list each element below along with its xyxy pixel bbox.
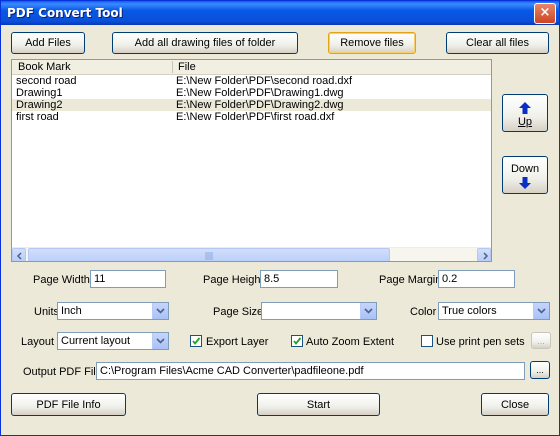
page-height-input[interactable]: 8.5	[260, 270, 338, 288]
list-item-bookmark: Drawing1	[16, 87, 63, 99]
add-all-drawing-files-button[interactable]: Add all drawing files of folder	[112, 32, 298, 54]
page-size-label: Page Size	[213, 306, 264, 318]
pdf-file-info-button[interactable]: PDF File Info	[11, 393, 126, 416]
grip-icon	[205, 252, 213, 260]
list-item-selected[interactable]: Drawing2 E:\New Folder\PDF\Drawing2.dwg	[12, 99, 491, 111]
window-close-button[interactable]: ×	[534, 3, 556, 24]
export-layer-checkbox[interactable]	[190, 335, 202, 347]
page-height-label: Page Height	[203, 274, 264, 286]
browse-output-label: ...	[536, 365, 544, 375]
color-label: Color	[410, 306, 437, 318]
start-label: Start	[306, 398, 331, 411]
move-up-label: Up	[517, 115, 533, 128]
window-title: PDF Convert Tool	[7, 6, 123, 20]
list-item[interactable]: second road E:\New Folder\PDF\second roa…	[12, 75, 491, 87]
color-dropdown-button[interactable]	[533, 303, 549, 319]
list-item[interactable]: first road E:\New Folder\PDF\first road.…	[12, 111, 491, 123]
move-up-button[interactable]: Up	[502, 94, 548, 132]
column-divider[interactable]	[172, 61, 173, 73]
file-list[interactable]: Book Mark File second road E:\New Folder…	[11, 59, 492, 262]
clear-all-files-label: Clear all files	[466, 37, 529, 49]
units-value: Inch	[61, 305, 82, 317]
list-item-file: E:\New Folder\PDF\Drawing2.dwg	[176, 99, 344, 111]
print-pen-label[interactable]: Use print pen sets	[436, 336, 525, 348]
chevron-down-icon	[156, 338, 165, 344]
list-item-bookmark: Drawing2	[16, 99, 63, 111]
output-file-input[interactable]: C:\Program Files\Acme CAD Converter\padf…	[96, 362, 525, 380]
pdf-file-info-label: PDF File Info	[36, 398, 101, 411]
column-header-file[interactable]: File	[178, 61, 196, 73]
browse-output-button[interactable]: ...	[530, 361, 550, 379]
remove-files-label: Remove files	[340, 37, 404, 49]
chevron-down-icon	[156, 308, 165, 314]
chevron-down-icon	[364, 308, 373, 314]
auto-zoom-checkbox[interactable]	[291, 335, 303, 347]
layout-dropdown-button[interactable]	[152, 333, 168, 349]
clear-all-files-button[interactable]: Clear all files	[446, 32, 549, 54]
layout-label: Layout	[21, 336, 55, 348]
close-label: Close	[500, 398, 530, 411]
move-down-button[interactable]: Down	[502, 156, 548, 194]
chevron-left-icon	[16, 252, 22, 260]
pen-settings-label: ...	[537, 335, 545, 346]
list-item-bookmark: second road	[16, 75, 77, 87]
add-files-button[interactable]: Add Files	[11, 32, 85, 54]
horizontal-scrollbar[interactable]	[12, 247, 491, 261]
print-pen-checkbox[interactable]	[421, 335, 433, 347]
scroll-right-button[interactable]	[477, 248, 491, 261]
list-item-file: E:\New Folder\PDF\Drawing1.dwg	[176, 87, 344, 99]
page-width-label: Page Width	[33, 274, 90, 286]
add-all-drawing-files-label: Add all drawing files of folder	[134, 37, 276, 49]
scroll-thumb[interactable]	[28, 248, 390, 261]
units-dropdown-button[interactable]	[152, 303, 168, 319]
auto-zoom-label[interactable]: Auto Zoom Extent	[306, 336, 394, 348]
layout-value: Current layout	[61, 335, 131, 347]
arrow-down-icon	[519, 177, 531, 189]
page-margin-label: Page Margin	[379, 274, 442, 286]
chevron-right-icon	[483, 252, 489, 260]
page-size-select[interactable]	[261, 302, 377, 320]
list-item[interactable]: Drawing1 E:\New Folder\PDF\Drawing1.dwg	[12, 87, 491, 99]
remove-files-button[interactable]: Remove files	[328, 32, 416, 54]
checkmark-icon	[192, 337, 201, 345]
units-select[interactable]: Inch	[57, 302, 169, 320]
start-button[interactable]: Start	[257, 393, 380, 416]
layout-select[interactable]: Current layout	[57, 332, 169, 350]
arrow-up-icon	[519, 101, 531, 114]
close-button[interactable]: Close	[481, 393, 549, 416]
checkmark-icon	[293, 337, 302, 345]
title-bar[interactable]: PDF Convert Tool ×	[1, 1, 559, 25]
page-margin-input[interactable]: 0.2	[438, 270, 515, 288]
scroll-left-button[interactable]	[12, 248, 26, 261]
color-select[interactable]: True colors	[438, 302, 550, 320]
add-files-label: Add Files	[25, 37, 71, 49]
export-layer-label[interactable]: Export Layer	[206, 336, 268, 348]
list-item-file: E:\New Folder\PDF\second road.dxf	[176, 75, 353, 87]
column-header-bookmark[interactable]: Book Mark	[18, 61, 71, 73]
color-value: True colors	[442, 305, 497, 317]
list-item-file: E:\New Folder\PDF\first road.dxf	[176, 111, 335, 123]
pdf-convert-window: PDF Convert Tool × Add Files Add all dra…	[0, 0, 560, 436]
page-width-input[interactable]: 11	[90, 270, 166, 288]
list-item-bookmark: first road	[16, 111, 59, 123]
units-label: Units	[34, 306, 60, 318]
move-down-label: Down	[510, 163, 540, 175]
list-header: Book Mark File	[12, 60, 491, 75]
output-file-label: Output PDF File	[23, 366, 102, 378]
pen-settings-button[interactable]: ...	[531, 332, 551, 349]
chevron-down-icon	[537, 308, 546, 314]
page-size-dropdown-button[interactable]	[360, 303, 376, 319]
